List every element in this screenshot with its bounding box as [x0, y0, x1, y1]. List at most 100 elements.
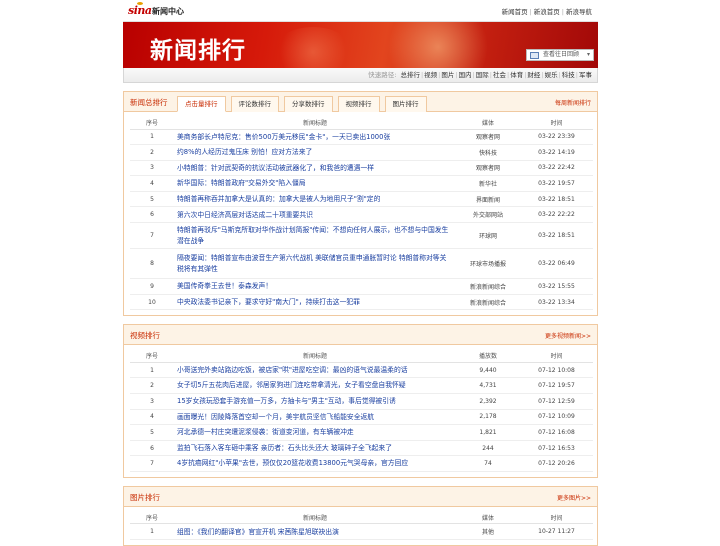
video-title-link[interactable]: 15岁女孩玩恐套手游充值一万多，方抽卡与"男主"互动，事后觉得被引诱 — [174, 393, 456, 410]
row-play-count: 2,392 — [456, 393, 520, 410]
link-separator: | — [561, 8, 564, 16]
news-title-link[interactable]: 中央政法委书记亲下，要求守好"南大门"，持续打击这一犯罪 — [174, 294, 456, 311]
table-row: 4 新华国际：特朗普政府"交易外交"陷入僵局 新华社 03-22 19:57 — [130, 175, 593, 192]
col-header-no: 序号 — [130, 116, 174, 130]
news-title-link[interactable]: 约8%的人经历过鬼压床 别怕！应对方法来了 — [174, 144, 456, 161]
row-media: 界面新闻 — [456, 191, 520, 208]
row-time: 07-12 12:59 — [520, 393, 593, 410]
news-title-link[interactable]: 特朗普再驳斥"马斯克所取对华作战计划简报"传闻：不想向任何人展示，也不想与中国发… — [174, 222, 456, 250]
video-table: 序号 新闻标题 播放数 时间 1 小哥送完外卖站路边吃饭，被店家"哄"进屋吃空调：… — [130, 349, 593, 472]
news-title-link[interactable]: 隔夜要闻：特朗普宣布由波音生产第六代战机 美联储官员重申通胀暂时论 特朗普称对等… — [174, 248, 456, 280]
calendar-icon — [530, 52, 539, 59]
video-title-link[interactable]: 河北承德一村庄突遭泥浆侵袭：街道变河道，有车辆被冲走 — [174, 424, 456, 441]
photo-title-link[interactable]: 组图：《我们的翻译官》官宣开机 宋茜陈星旭联袂出演 — [174, 523, 456, 541]
video-title-link[interactable]: 小哥送完外卖站路边吃饭，被店家"哄"进屋吃空调：最凶的语气说最温柔的话 — [174, 362, 456, 379]
row-number: 4 — [130, 409, 174, 426]
row-media: 新浪新闻综合 — [456, 294, 520, 311]
link-news-home[interactable]: 新闻首页 — [502, 6, 528, 16]
top-links: 新闻首页 | 新浪首页 | 新浪导航 — [502, 6, 592, 16]
row-media: 快科技 — [456, 144, 520, 161]
link-sina-nav[interactable]: 新浪导航 — [566, 6, 592, 16]
top-bar: sina 新闻中心 新闻首页 | 新浪首页 | 新浪导航 — [123, 0, 598, 22]
nav-item-domestic[interactable]: 国内 — [459, 71, 472, 79]
nav-separator: | — [455, 71, 458, 79]
chevron-down-icon: ▾ — [586, 51, 590, 58]
sina-logo[interactable]: sina — [128, 4, 152, 17]
video-title-link[interactable]: 画面曝光！因陵降落首空却一个月，美宇航员坚信飞船能安全返航 — [174, 409, 456, 426]
nav-item-ent[interactable]: 娱乐 — [545, 71, 558, 79]
nav-item-video[interactable]: 视频 — [424, 71, 437, 79]
table-row: 2 约8%的人经历过鬼压床 别怕！应对方法来了 快科技 03-22 14:19 — [130, 144, 593, 161]
banner-decoration — [383, 22, 493, 68]
nav-item-tech[interactable]: 科技 — [562, 71, 575, 79]
more-video-link[interactable]: 更多视频新闻>> — [545, 331, 591, 340]
col-header-time: 时间 — [520, 510, 593, 525]
news-title-link[interactable]: 小特朗普：针对武契奇的抗议活动被武器化了，和我爸的遭遇一样 — [174, 160, 456, 177]
logo-subtitle[interactable]: 新闻中心 — [152, 6, 184, 17]
photo-table: 序号 新闻标题 媒体 时间 1 组图：《我们的翻译官》官宣开机 宋茜陈星旭联袂出演… — [130, 510, 593, 541]
row-number: 1 — [130, 523, 174, 541]
nav-item-photo[interactable]: 图片 — [441, 71, 454, 79]
row-number: 10 — [130, 294, 174, 311]
video-title-link[interactable]: 4岁抗癌网红"小苹果"去世，预仅仅20篮花收费13800元气哭母亲，官方回应 — [174, 455, 456, 472]
nav-separator: | — [420, 71, 424, 79]
table-row: 9 美国传奇拳王去世！泰森发声！ 新浪新闻综合 03-22 15:55 — [130, 278, 593, 295]
tab-comments[interactable]: 评论数排行 — [230, 96, 279, 112]
row-media: 外交部网站 — [456, 206, 520, 224]
row-time: 07-12 20:26 — [520, 455, 593, 472]
row-time: 03-22 13:34 — [520, 294, 593, 311]
tab-video[interactable]: 视频排行 — [337, 96, 380, 112]
video-title-link[interactable]: 监拍飞石落入客车砸中乘客 亲历者：石头比头还大 玻璃碎子全飞起来了 — [174, 440, 456, 457]
nav-item-total[interactable]: 总排行 — [400, 71, 420, 79]
news-title-link[interactable]: 美商务部长卢特尼克：售价500万美元移民"金卡"，一天已卖出1000张 — [174, 129, 456, 146]
table-row: 6 监拍飞石落入客车砸中乘客 亲历者：石头比头还大 玻璃碎子全飞起来了 244 07-… — [130, 440, 593, 457]
table-row: 3 小特朗普：针对武契奇的抗议活动被武器化了，和我爸的遭遇一样 观察者网 03-22 … — [130, 160, 593, 177]
row-media: 新华社 — [456, 175, 520, 192]
row-media: 环球市场播报 — [456, 248, 520, 280]
col-header-title: 新闻标题 — [174, 510, 456, 525]
nav-item-military[interactable]: 军事 — [579, 71, 592, 79]
row-number: 3 — [130, 393, 174, 410]
row-number: 4 — [130, 175, 174, 192]
nav-item-society[interactable]: 社会 — [493, 71, 506, 79]
row-time: 07-12 19:57 — [520, 377, 593, 394]
photo-ranking-section: 图片排行 更多图片>> 序号 新闻标题 媒体 时间 1 组图：《我们的翻译官》官宣… — [123, 485, 598, 546]
tab-clicks[interactable]: 点击量排行 — [177, 96, 226, 112]
table-header-row: 序号 新闻标题 播放数 时间 — [130, 349, 593, 363]
history-dropdown[interactable]: 查看往日回顾 ▾ — [526, 49, 594, 61]
row-time: 07-12 10:09 — [520, 409, 593, 426]
table-header-row: 序号 新闻标题 媒体 时间 — [130, 510, 593, 525]
video-title-link[interactable]: 女子切5斤五花肉后进屋，邻居家狗进门连吃带拿清光，女子看空盘自我怀疑 — [174, 377, 456, 394]
table-row: 7 特朗普再驳斥"马斯克所取对华作战计划简报"传闻：不想向任何人展示，也不想与中国… — [130, 222, 593, 250]
nav-item-international[interactable]: 国际 — [476, 71, 489, 79]
photo-ranking-title: 图片排行 — [130, 492, 160, 502]
weekly-ranking-link[interactable]: 每周新闻排行 — [555, 98, 591, 107]
link-sina-home[interactable]: 新浪首页 — [534, 6, 560, 16]
nav-separator: | — [575, 71, 578, 79]
news-title-link[interactable]: 第六次中日经济高层对话达成二十项重要共识 — [174, 206, 456, 224]
row-number: 6 — [130, 440, 174, 457]
table-row: 8 隔夜要闻：特朗普宣布由波音生产第六代战机 美联储官员重申通胀暂时论 特朗普称对… — [130, 248, 593, 280]
row-time: 03-22 22:42 — [520, 160, 593, 177]
tab-photo[interactable]: 图片排行 — [384, 96, 427, 112]
link-separator: | — [529, 8, 532, 16]
tab-shares[interactable]: 分享数排行 — [284, 96, 333, 112]
nav-separator: | — [558, 71, 561, 79]
row-time: 03-22 15:55 — [520, 278, 593, 295]
nav-item-sports[interactable]: 体育 — [510, 71, 523, 79]
row-number: 9 — [130, 278, 174, 295]
news-title-link[interactable]: 特朗普再称吞并加拿大是认真的：加拿大是被人为地用尺子"割"定的 — [174, 191, 456, 208]
row-time: 03-22 18:51 — [520, 191, 593, 208]
nav-item-finance[interactable]: 财经 — [527, 71, 540, 79]
news-title-link[interactable]: 新华国际：特朗普政府"交易外交"陷入僵局 — [174, 175, 456, 192]
table-row: 6 第六次中日经济高层对话达成二十项重要共识 外交部网站 03-22 22:22 — [130, 206, 593, 224]
row-media: 观察者网 — [456, 160, 520, 177]
video-ranking-title: 视频排行 — [130, 331, 160, 341]
news-ranking-title: 新闻总排行 — [130, 98, 168, 107]
video-ranking-section: 视频排行 更多视频新闻>> 序号 新闻标题 播放数 时间 1 小哥送完外卖站路边吃… — [123, 324, 598, 478]
more-photo-link[interactable]: 更多图片>> — [557, 493, 591, 502]
row-time: 03-22 14:19 — [520, 144, 593, 161]
banner: 新闻排行 查看往日回顾 ▾ — [123, 22, 598, 68]
row-time: 03-22 19:57 — [520, 175, 593, 192]
news-title-link[interactable]: 美国传奇拳王去世！泰森发声！ — [174, 278, 456, 295]
